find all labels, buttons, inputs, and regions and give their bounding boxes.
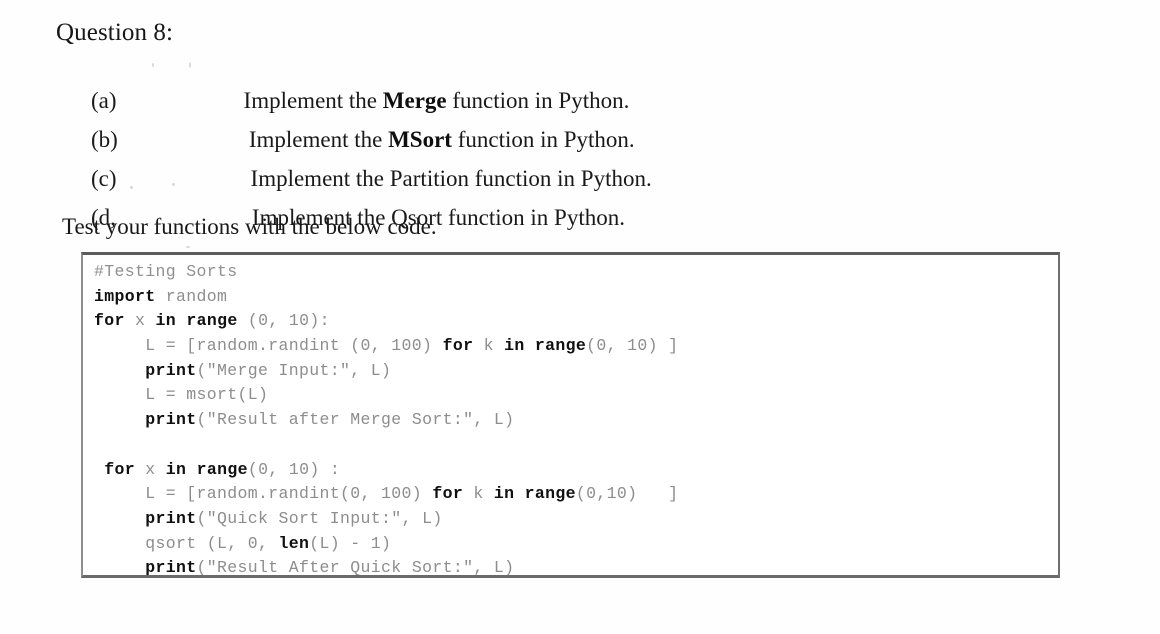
code-line: print("Quick Sort Input:", L)	[145, 508, 443, 528]
scan-artifact	[152, 63, 154, 67]
code-line: print("Result after Merge Sort:", L)	[145, 410, 515, 430]
instruction-line: Test your functions with the below code.	[62, 214, 437, 239]
code-line: #Testing Sorts	[94, 262, 238, 281]
question-item-c: (c) Implement the Partition function in P…	[68, 134, 652, 191]
code-line: for x in range(0, 10) :	[104, 459, 341, 479]
question-item-b: (b) Implement the MSort function in Pytho…	[68, 95, 635, 152]
code-line: for x in range (0, 10):	[94, 311, 330, 331]
code-block: #Testing Sorts import random for x in rang…	[81, 252, 1060, 578]
code-content: #Testing Sorts import random for x in rang…	[94, 260, 679, 578]
code-line: print("Result After Quick Sort:", L)	[145, 558, 515, 578]
code-line: import random	[94, 286, 228, 306]
code-line: L = [random.randint (0, 100) for k in ra…	[94, 336, 679, 356]
document-page: Question 8: (a) Implement the Merge funct…	[0, 0, 1160, 634]
scan-artifact	[189, 62, 191, 68]
scan-artifact	[186, 246, 190, 248]
page-title: Question 8:	[56, 19, 174, 46]
code-line: qsort (L, 0, len(L) - 1)	[94, 533, 392, 553]
scan-artifact	[172, 183, 175, 186]
question-item-d: (d, Implement the Qsort function in Pytho…	[68, 173, 625, 230]
code-line: L = msort(L)	[94, 385, 269, 405]
code-line: print("Merge Input:", L)	[145, 360, 392, 380]
code-line: L = [random.randint(0, 100) for k in ran…	[94, 484, 679, 504]
question-item-a: (a) Implement the Merge function in Pytho…	[68, 56, 629, 113]
scan-artifact	[130, 186, 133, 189]
